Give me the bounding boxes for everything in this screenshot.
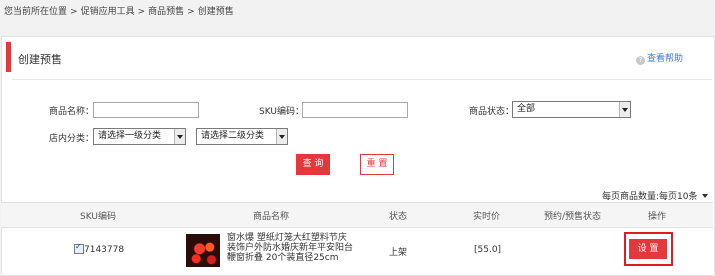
main-panel: [1, 36, 715, 276]
sku-label: SKU编码：: [259, 107, 304, 117]
divider: [12, 79, 712, 80]
row-checkbox[interactable]: [74, 242, 84, 254]
question-icon: ?: [636, 56, 645, 65]
status-select[interactable]: 全部: [512, 101, 631, 118]
search-button[interactable]: 查 询: [296, 154, 330, 175]
column-header-product-name: 商品名称: [253, 212, 290, 222]
set-button[interactable]: 设 置: [629, 239, 667, 259]
column-header-presale-status: 预约/预售状态: [544, 212, 602, 222]
column-header-sku: SKU编码: [80, 212, 116, 222]
product-name-label: 商品名称：: [49, 107, 95, 117]
sku-cell: 7143778: [84, 245, 125, 255]
help-link[interactable]: ? 查看帮助: [636, 51, 683, 65]
page-size-label: 每页商品数量:: [602, 192, 660, 202]
category2-select-value: 请选择二级分类: [201, 131, 265, 141]
title-accent-bar: [6, 42, 11, 72]
page-size-selector[interactable]: 每页商品数量:每页10条: [602, 189, 708, 202]
category2-select[interactable]: 请选择二级分类: [196, 128, 288, 145]
breadcrumb-promo-tools[interactable]: 促销应用工具: [81, 7, 135, 17]
category-label: 店内分类：: [49, 134, 95, 144]
breadcrumb-create-presale: 创建预售: [197, 7, 234, 17]
breadcrumb-separator: >: [187, 7, 195, 17]
breadcrumb-separator: >: [137, 7, 146, 17]
chevron-down-icon: [276, 129, 287, 144]
sku-input[interactable]: [302, 102, 408, 118]
product-name-input[interactable]: [93, 102, 199, 118]
breadcrumb-separator: >: [70, 7, 78, 17]
status-cell: 上架: [389, 248, 408, 258]
column-header-price: 实时价: [473, 212, 501, 222]
page-size-value: 每页10条: [659, 192, 698, 202]
breadcrumb-current-location: 您当前所在位置: [4, 7, 68, 17]
help-link-label: 查看帮助: [647, 54, 684, 64]
category1-select-value: 请选择一级分类: [98, 131, 162, 141]
status-label: 商品状态：: [469, 107, 515, 117]
product-thumbnail[interactable]: [186, 234, 220, 267]
page-title: 创建预售: [18, 53, 62, 66]
product-name-cell[interactable]: 窗水爆 塑纸灯笼大红塑料节庆装饰户外防水婚庆新年平安阳台鞭窗折叠 20个装直径2…: [227, 233, 355, 263]
column-header-action: 操作: [648, 212, 667, 222]
chevron-down-icon: [174, 129, 185, 144]
category1-select[interactable]: 请选择一级分类: [93, 128, 186, 145]
breadcrumb-presale[interactable]: 商品预售: [148, 7, 184, 17]
caret-down-icon: [701, 194, 708, 198]
chevron-down-icon: [619, 102, 630, 117]
price-cell: [55.0]: [474, 245, 502, 255]
breadcrumb: 您当前所在位置 > 促销应用工具 > 商品预售 > 创建预售: [4, 4, 234, 17]
column-header-status: 状态: [389, 212, 408, 222]
status-select-value: 全部: [517, 104, 536, 114]
reset-button[interactable]: 重 置: [360, 154, 394, 175]
